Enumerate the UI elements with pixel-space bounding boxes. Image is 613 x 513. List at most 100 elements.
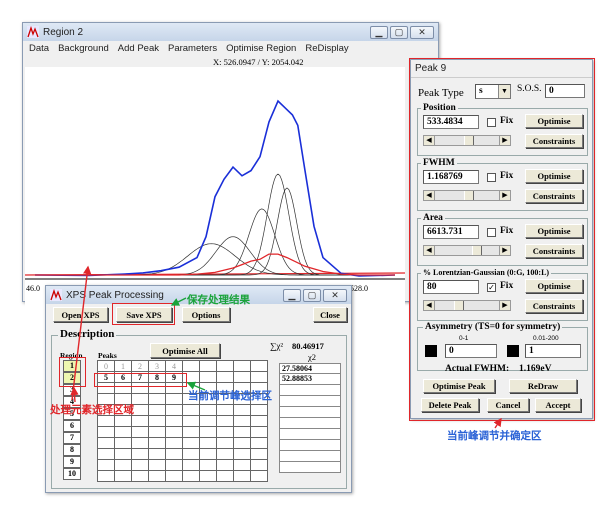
peak-cell[interactable] xyxy=(114,448,132,460)
peak-cell[interactable] xyxy=(182,415,200,427)
peak-cell[interactable] xyxy=(182,404,200,416)
spectrum-plot[interactable]: 46.0543.0540.0537.0534.0531.0528.0 xyxy=(25,67,405,307)
peak-cell[interactable] xyxy=(97,426,115,438)
peak-cell[interactable] xyxy=(97,437,115,449)
peak-cell[interactable] xyxy=(165,426,183,438)
peak-cell[interactable] xyxy=(233,459,251,471)
peak-cell[interactable] xyxy=(199,404,217,416)
peak-cell[interactable] xyxy=(199,371,217,383)
peak-cell[interactable] xyxy=(250,426,268,438)
peak-cell[interactable] xyxy=(250,371,268,383)
peak-cell[interactable] xyxy=(182,426,200,438)
peak-cell[interactable] xyxy=(233,437,251,449)
peak-cell[interactable] xyxy=(131,437,149,449)
peak-cell[interactable] xyxy=(250,470,268,482)
region-titlebar[interactable]: Region 2 ▁ ▢ ✕ xyxy=(23,23,438,41)
peak-cell[interactable]: 4 xyxy=(165,360,183,372)
peak-cell[interactable] xyxy=(182,470,200,482)
peak-cell[interactable]: 2 xyxy=(131,360,149,372)
peak-cell[interactable] xyxy=(199,415,217,427)
peak-cell[interactable] xyxy=(182,360,200,372)
peak-cell[interactable] xyxy=(114,426,132,438)
peak-cell[interactable] xyxy=(131,393,149,405)
menu-item-background[interactable]: Background xyxy=(58,43,109,54)
menu-item-data[interactable]: Data xyxy=(29,43,49,54)
peak-cell[interactable] xyxy=(233,404,251,416)
peak-cell[interactable] xyxy=(148,448,166,460)
peak-cell[interactable] xyxy=(114,415,132,427)
menu-item-optimise-region[interactable]: Optimise Region xyxy=(226,43,296,54)
peak-cell[interactable] xyxy=(233,415,251,427)
peak-cell[interactable] xyxy=(199,437,217,449)
peak-cell[interactable] xyxy=(233,470,251,482)
peak-cell[interactable] xyxy=(148,426,166,438)
peak-cell[interactable] xyxy=(216,426,234,438)
peak-cell[interactable] xyxy=(148,415,166,427)
peak-cell[interactable] xyxy=(165,470,183,482)
peak-cell[interactable] xyxy=(165,437,183,449)
close-xps-button[interactable]: Close xyxy=(313,307,347,322)
peak-cell[interactable] xyxy=(233,360,251,372)
peak-cell[interactable] xyxy=(216,404,234,416)
peak-cell[interactable] xyxy=(165,459,183,471)
peak-cell[interactable] xyxy=(148,459,166,471)
peak-cell[interactable] xyxy=(199,470,217,482)
peak-cell[interactable] xyxy=(148,470,166,482)
peak-cell[interactable] xyxy=(131,404,149,416)
peak-cell[interactable] xyxy=(97,448,115,460)
peak-cell[interactable] xyxy=(233,448,251,460)
menu-item-parameters[interactable]: Parameters xyxy=(168,43,217,54)
peak-cell[interactable] xyxy=(148,393,166,405)
peak-cell[interactable] xyxy=(114,459,132,471)
menu-item-add-peak[interactable]: Add Peak xyxy=(118,43,159,54)
peak-cell[interactable] xyxy=(216,415,234,427)
peak-cell[interactable] xyxy=(165,404,183,416)
peak-cell[interactable] xyxy=(216,437,234,449)
peak-cell[interactable] xyxy=(114,437,132,449)
peak-cell[interactable] xyxy=(216,448,234,460)
peak-cell[interactable] xyxy=(250,415,268,427)
peak-cell[interactable] xyxy=(216,371,234,383)
peak-cell[interactable] xyxy=(165,393,183,405)
peak-cell[interactable] xyxy=(97,459,115,471)
peak-cell[interactable] xyxy=(97,470,115,482)
optimise-all-button[interactable]: Optimise All xyxy=(150,343,220,358)
maximize-button[interactable]: ▢ xyxy=(303,288,321,302)
peak-cell[interactable] xyxy=(131,415,149,427)
peak-cell[interactable] xyxy=(148,437,166,449)
peak-cell[interactable] xyxy=(250,437,268,449)
peak-cell[interactable] xyxy=(131,426,149,438)
minimize-button[interactable]: ▁ xyxy=(283,288,301,302)
peak-cell[interactable] xyxy=(131,470,149,482)
menu-item-redisplay[interactable]: ReDisplay xyxy=(305,43,348,54)
region-item-7[interactable]: 7 xyxy=(63,432,81,444)
peak-cell[interactable] xyxy=(216,459,234,471)
peak-cell[interactable] xyxy=(250,448,268,460)
peak-cell[interactable] xyxy=(250,404,268,416)
peak-cell[interactable] xyxy=(182,448,200,460)
peak-cell[interactable]: 0 xyxy=(97,360,115,372)
peak-cell[interactable] xyxy=(199,459,217,471)
peak-cell[interactable] xyxy=(250,459,268,471)
peak-cell[interactable] xyxy=(182,437,200,449)
peak-cell[interactable] xyxy=(199,360,217,372)
options-button[interactable]: Options xyxy=(182,307,230,322)
peak-cell[interactable]: 3 xyxy=(148,360,166,372)
close-button[interactable]: ✕ xyxy=(410,25,434,39)
open-xps-button[interactable]: Open XPS xyxy=(53,307,108,322)
peak-cell[interactable] xyxy=(131,448,149,460)
peak-cell[interactable] xyxy=(233,371,251,383)
peak-cell[interactable] xyxy=(250,360,268,372)
region-item-8[interactable]: 8 xyxy=(63,444,81,456)
region-item-6[interactable]: 6 xyxy=(63,420,81,432)
peak-cell[interactable] xyxy=(199,448,217,460)
peak-cell[interactable] xyxy=(131,459,149,471)
peak-cell[interactable] xyxy=(233,426,251,438)
peak-cell[interactable] xyxy=(199,426,217,438)
peak-cell[interactable]: 1 xyxy=(114,360,132,372)
region-item-10[interactable]: 10 xyxy=(63,468,81,480)
close-button[interactable]: ✕ xyxy=(323,288,347,302)
peak-cell[interactable] xyxy=(114,470,132,482)
peak-cell[interactable] xyxy=(97,415,115,427)
peak-cell[interactable] xyxy=(216,470,234,482)
